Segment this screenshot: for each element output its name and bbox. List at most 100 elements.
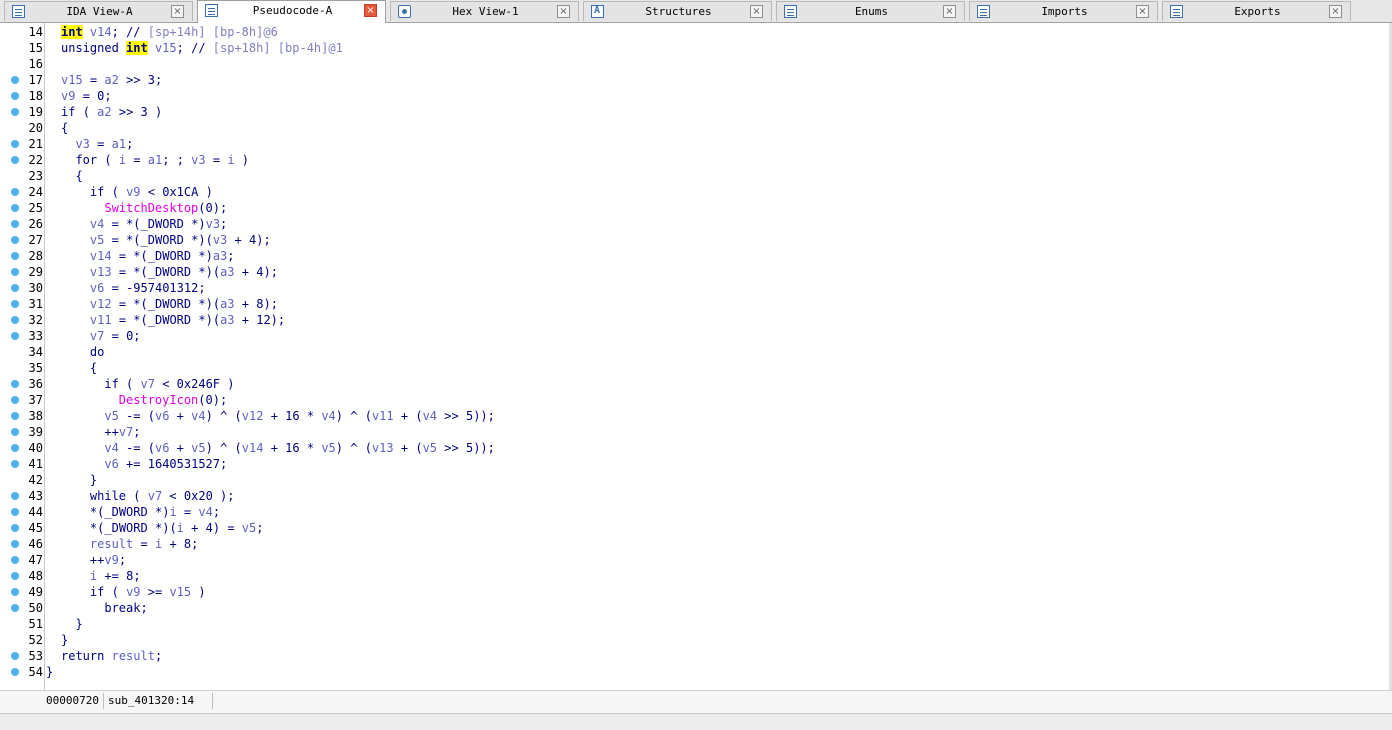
breakpoint-marker-icon[interactable] xyxy=(11,668,19,676)
breakpoint-marker-icon[interactable] xyxy=(11,524,19,532)
breakpoint-marker-icon[interactable] xyxy=(11,284,19,292)
breakpoint-marker-icon[interactable] xyxy=(11,396,19,404)
code-line[interactable]: 46 result = i + 8; xyxy=(0,536,1380,552)
close-icon[interactable]: × xyxy=(943,5,956,18)
code-line[interactable]: 35 { xyxy=(0,360,1380,376)
code-line[interactable]: 29 v13 = *(_DWORD *)(a3 + 4); xyxy=(0,264,1380,280)
breakpoint-marker-icon[interactable] xyxy=(11,444,19,452)
code-line[interactable]: 14 int v14; // [sp+14h] [bp-8h]@6 xyxy=(0,24,1380,40)
breakpoint-marker-icon[interactable] xyxy=(11,332,19,340)
breakpoint-marker-icon[interactable] xyxy=(11,188,19,196)
code-line[interactable]: 22 for ( i = a1; ; v3 = i ) xyxy=(0,152,1380,168)
close-icon[interactable]: × xyxy=(1329,5,1342,18)
breakpoint-marker-icon[interactable] xyxy=(11,268,19,276)
tab-exports[interactable]: Exports × xyxy=(1162,1,1351,21)
tab-imports[interactable]: Imports × xyxy=(969,1,1158,21)
breakpoint-marker-icon[interactable] xyxy=(11,300,19,308)
breakpoint-marker-icon[interactable] xyxy=(11,236,19,244)
code-line[interactable]: 15 unsigned int v15; // [sp+18h] [bp-4h]@… xyxy=(0,40,1380,56)
code-line[interactable]: 27 v5 = *(_DWORD *)(v3 + 4); xyxy=(0,232,1380,248)
breakpoint-marker-icon[interactable] xyxy=(11,540,19,548)
code-text: v3 = a1; xyxy=(75,137,134,151)
code-line[interactable]: 37 DestroyIcon(0); xyxy=(0,392,1380,408)
code-text: { xyxy=(75,169,83,183)
code-line[interactable]: 40 v4 -= (v6 + v5) ^ (v14 + 16 * v5) ^ (… xyxy=(0,440,1380,456)
code-line[interactable]: 52} xyxy=(0,632,1380,648)
close-icon[interactable]: × xyxy=(557,5,570,18)
breakpoint-marker-icon[interactable] xyxy=(11,492,19,500)
code-line[interactable]: 54} xyxy=(0,664,1380,680)
close-icon[interactable]: × xyxy=(750,5,763,18)
code-line[interactable]: 16 xyxy=(0,56,1380,72)
code-line[interactable]: 51 } xyxy=(0,616,1380,632)
breakpoint-marker-icon[interactable] xyxy=(11,156,19,164)
close-icon[interactable]: × xyxy=(364,4,377,17)
code-line[interactable]: 33 v7 = 0; xyxy=(0,328,1380,344)
code-line[interactable]: 48 i += 8; xyxy=(0,568,1380,584)
breakpoint-marker-icon[interactable] xyxy=(11,140,19,148)
code-line[interactable]: 25 SwitchDesktop(0); xyxy=(0,200,1380,216)
code-line[interactable]: 36 if ( v7 < 0x246F ) xyxy=(0,376,1380,392)
line-number: 46 xyxy=(28,537,43,551)
code-line[interactable]: 43 while ( v7 < 0x20 ); xyxy=(0,488,1380,504)
code-line[interactable]: 18 v9 = 0; xyxy=(0,88,1380,104)
breakpoint-marker-icon[interactable] xyxy=(11,412,19,420)
code-text: } xyxy=(89,473,98,487)
code-line[interactable]: 19 if ( a2 >> 3 ) xyxy=(0,104,1380,120)
breakpoint-marker-icon[interactable] xyxy=(11,652,19,660)
code-line[interactable]: 34 do xyxy=(0,344,1380,360)
code-line[interactable]: 30 v6 = -957401312; xyxy=(0,280,1380,296)
pseudocode-editor[interactable]: 14 int v14; // [sp+14h] [bp-8h]@6 15 unsign… xyxy=(0,23,1392,690)
breakpoint-marker-icon[interactable] xyxy=(11,220,19,228)
breakpoint-marker-icon[interactable] xyxy=(11,572,19,580)
code-text: *(_DWORD *)i = v4; xyxy=(89,505,221,519)
tab-ida-view-a[interactable]: IDA View-A × xyxy=(4,1,193,21)
code-line[interactable]: 42 } xyxy=(0,472,1380,488)
breakpoint-marker-icon[interactable] xyxy=(11,556,19,564)
code-line[interactable]: 31 v12 = *(_DWORD *)(a3 + 8); xyxy=(0,296,1380,312)
code-line[interactable]: 23 { xyxy=(0,168,1380,184)
breakpoint-marker-icon[interactable] xyxy=(11,428,19,436)
breakpoint-marker-icon[interactable] xyxy=(11,76,19,84)
enums-icon xyxy=(784,5,797,18)
code-line[interactable]: 47 ++v9; xyxy=(0,552,1380,568)
code-line[interactable]: 26 v4 = *(_DWORD *)v3; xyxy=(0,216,1380,232)
tab-enums[interactable]: Enums × xyxy=(776,1,965,21)
code-text: v5 -= (v6 + v4) ^ (v12 + 16 * v4) ^ (v11… xyxy=(104,409,495,423)
code-line[interactable]: 41 v6 += 1640531527; xyxy=(0,456,1380,472)
code-line[interactable]: 39 ++v7; xyxy=(0,424,1380,440)
code-line[interactable]: 44 *(_DWORD *)i = v4; xyxy=(0,504,1380,520)
code-line[interactable]: 32 v11 = *(_DWORD *)(a3 + 12); xyxy=(0,312,1380,328)
code-line[interactable]: 49 if ( v9 >= v15 ) xyxy=(0,584,1380,600)
code-line[interactable]: 50 break; xyxy=(0,600,1380,616)
line-number: 29 xyxy=(28,265,43,279)
code-line[interactable]: 53 return result; xyxy=(0,648,1380,664)
tab-pseudocode-a[interactable]: Pseudocode-A × xyxy=(197,0,386,23)
pseudocode-icon xyxy=(205,4,218,17)
code-line[interactable]: 20 { xyxy=(0,120,1380,136)
code-text: result = i + 8; xyxy=(89,537,199,551)
code-line[interactable]: 45 *(_DWORD *)(i + 4) = v5; xyxy=(0,520,1380,536)
imports-icon xyxy=(977,5,990,18)
tab-structures[interactable]: Structures × xyxy=(583,1,772,21)
breakpoint-marker-icon[interactable] xyxy=(11,604,19,612)
code-line[interactable]: 24 if ( v9 < 0x1CA ) xyxy=(0,184,1380,200)
code-line[interactable]: 21 v3 = a1; xyxy=(0,136,1380,152)
code-line[interactable]: 28 v14 = *(_DWORD *)a3; xyxy=(0,248,1380,264)
breakpoint-marker-icon[interactable] xyxy=(11,316,19,324)
breakpoint-marker-icon[interactable] xyxy=(11,204,19,212)
breakpoint-marker-icon[interactable] xyxy=(11,92,19,100)
breakpoint-marker-icon[interactable] xyxy=(11,588,19,596)
breakpoint-marker-icon[interactable] xyxy=(11,380,19,388)
breakpoint-marker-icon[interactable] xyxy=(11,460,19,468)
close-icon[interactable]: × xyxy=(1136,5,1149,18)
breakpoint-marker-icon[interactable] xyxy=(11,252,19,260)
tab-hex-view-1[interactable]: Hex View-1 × xyxy=(390,1,579,21)
code-line[interactable]: 38 v5 -= (v6 + v4) ^ (v12 + 16 * v4) ^ (… xyxy=(0,408,1380,424)
line-number: 38 xyxy=(28,409,43,423)
bottom-scrollbar[interactable] xyxy=(0,713,1392,730)
code-line[interactable]: 17 v15 = a2 >> 3; xyxy=(0,72,1380,88)
breakpoint-marker-icon[interactable] xyxy=(11,508,19,516)
close-icon[interactable]: × xyxy=(171,5,184,18)
breakpoint-marker-icon[interactable] xyxy=(11,108,19,116)
